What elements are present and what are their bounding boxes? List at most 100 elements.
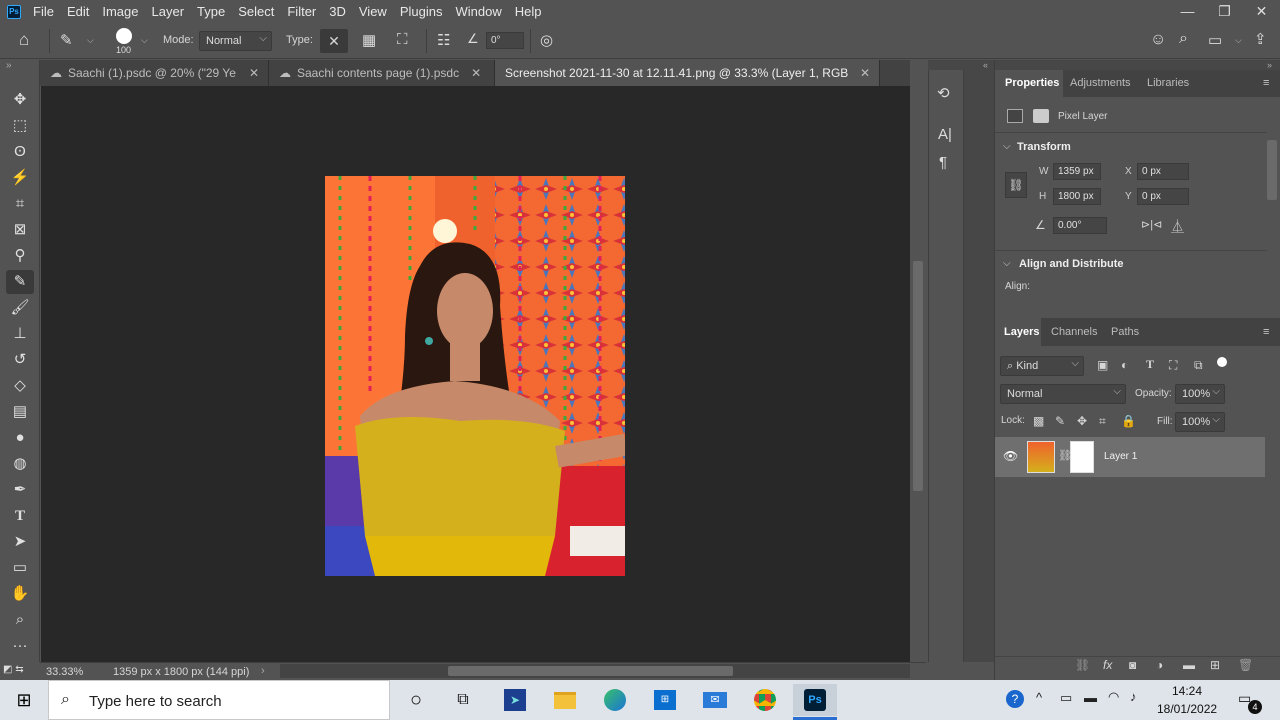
sample-all-layers-icon[interactable]: ☷ [437, 31, 450, 49]
lasso-tool-icon[interactable]: ʘ [6, 140, 34, 164]
new-group-icon[interactable]: ▬ [1183, 658, 1195, 672]
photoshop-taskbar-icon[interactable]: Ps [793, 684, 837, 716]
help-icon[interactable]: ? [1006, 690, 1024, 708]
collapse-toolbar-icon[interactable]: » [6, 60, 12, 71]
menu-layer[interactable]: Layer [152, 4, 185, 19]
properties-scroll-thumb[interactable] [1267, 140, 1277, 200]
healing-brush-tool-icon[interactable]: ✎ [60, 31, 73, 49]
type-filter-icon[interactable]: T [1146, 357, 1154, 372]
share-user-icon[interactable]: ☺ [1150, 31, 1166, 49]
create-texture-icon[interactable]: ▦ [362, 31, 376, 49]
menu-3d[interactable]: 3D [329, 4, 346, 19]
tab-adjustments[interactable]: Adjustments [1070, 77, 1131, 89]
brush-tool-icon[interactable]: 🖌 [6, 296, 34, 320]
clock-date[interactable]: 18/01/2022 [1157, 702, 1217, 716]
tab-libraries[interactable]: Libraries [1147, 77, 1189, 89]
document-image[interactable] [325, 176, 625, 576]
menu-plugins[interactable]: Plugins [400, 4, 443, 19]
add-mask-icon[interactable]: ◙ [1129, 658, 1136, 672]
workspace-chevron-icon[interactable]: ⌵ [1235, 35, 1242, 46]
document-info[interactable]: 1359 px x 1800 px (144 ppi) [113, 666, 249, 678]
clock-time[interactable]: 14:24 [1172, 684, 1202, 698]
flip-vertical-icon[interactable]: ⏅ [1171, 216, 1184, 235]
path-selection-tool-icon[interactable]: ➤ [6, 530, 34, 554]
brush-picker-chevron-icon[interactable]: ⌵ [141, 35, 148, 46]
cortana-icon[interactable]: ○ [394, 684, 438, 716]
store-icon[interactable]: ⊞ [643, 684, 687, 716]
layer-mask-icon[interactable] [1033, 109, 1049, 123]
brush-preview-icon[interactable] [116, 28, 132, 44]
tab-saachi-contents[interactable]: ☁ Saachi contents page (1).psdc ✕ [269, 60, 495, 86]
show-hidden-icons-icon[interactable]: ^ [1036, 690, 1042, 705]
share-icon[interactable]: ⇪ [1254, 30, 1267, 48]
frame-tool-icon[interactable]: ⊠ [6, 218, 34, 242]
collapse-dock-icon[interactable]: « [928, 60, 994, 70]
close-button[interactable]: ✕ [1243, 0, 1280, 23]
panel-menu-icon[interactable]: ≡ [1263, 77, 1269, 89]
windows-start-icon[interactable]: ⊞ [0, 680, 48, 720]
menu-image[interactable]: Image [102, 4, 138, 19]
dodge-tool-icon[interactable]: ◍ [6, 452, 34, 476]
menu-select[interactable]: Select [238, 4, 274, 19]
gradient-tool-icon[interactable]: ▤ [6, 400, 34, 424]
delete-layer-icon[interactable]: 🗑 [1238, 658, 1253, 672]
opacity-input[interactable]: 100% [1175, 383, 1225, 404]
search-icon[interactable]: ⌕ [1179, 30, 1188, 48]
lock-artboard-icon[interactable]: ⌗ [1099, 414, 1106, 429]
close-tab-icon[interactable]: ✕ [249, 60, 259, 86]
zoom-tool-icon[interactable]: ⌕ [6, 608, 34, 632]
history-brush-tool-icon[interactable]: ↺ [6, 348, 34, 372]
hand-tool-icon[interactable]: ✋ [6, 582, 34, 606]
menu-help[interactable]: Help [515, 4, 542, 19]
lock-transparency-icon[interactable]: ▩ [1033, 414, 1044, 428]
align-chevron-icon[interactable]: ⌵ [1003, 258, 1011, 269]
tool-preset-chevron-icon[interactable]: ⌵ [87, 35, 94, 46]
link-layers-icon[interactable]: ⛓ [1075, 658, 1090, 672]
eraser-tool-icon[interactable]: ◇ [6, 374, 34, 398]
chrome-icon[interactable] [743, 684, 787, 716]
adjustment-filter-icon[interactable]: ◐ [1121, 358, 1128, 372]
new-layer-icon[interactable]: ⊞ [1210, 658, 1220, 672]
volume-icon[interactable]: ♪ [1130, 689, 1137, 704]
clone-stamp-tool-icon[interactable]: ⊥ [6, 322, 34, 346]
collapse-panel-icon[interactable]: » [1267, 60, 1272, 70]
tab-channels[interactable]: Channels [1051, 326, 1097, 338]
lock-all-icon[interactable]: 🔒 [1121, 414, 1136, 428]
workspace-icon[interactable]: ▭ [1208, 31, 1222, 49]
visibility-eye-icon[interactable]: 👁 [1003, 449, 1018, 463]
zoom-level[interactable]: 33.33% [46, 666, 83, 678]
crop-tool-icon[interactable]: ⌗ [6, 192, 34, 216]
healing-brush-tool-icon[interactable]: ✎ [6, 270, 34, 294]
restore-button[interactable]: ❐ [1206, 0, 1243, 23]
width-input[interactable]: 1359 px [1053, 163, 1101, 180]
menu-window[interactable]: Window [455, 4, 501, 19]
menu-file[interactable]: File [33, 4, 54, 19]
layer-row[interactable]: 👁 ⛓ Layer 1 [995, 437, 1265, 477]
task-view-icon[interactable]: ⧉ [441, 684, 485, 716]
home-icon[interactable]: ⌂ [19, 30, 29, 50]
pixel-filter-icon[interactable]: ▣ [1097, 358, 1108, 372]
link-dimensions-icon[interactable]: ⛓ [1005, 172, 1027, 198]
vertical-scroll-thumb[interactable] [913, 261, 923, 491]
status-menu-chevron-icon[interactable]: › [261, 665, 265, 677]
horizontal-scrollbar[interactable] [280, 664, 910, 678]
history-panel-icon[interactable]: ⟲ [937, 84, 950, 102]
close-tab-icon[interactable]: ✕ [471, 60, 481, 86]
kind-filter-select[interactable]: ⌕ Kind [1000, 355, 1084, 376]
height-input[interactable]: 1800 px [1053, 188, 1101, 205]
brush-angle-input[interactable]: 0° [486, 32, 524, 49]
proximity-match-icon[interactable]: ⛶ [397, 31, 408, 48]
filter-toggle-icon[interactable] [1217, 357, 1227, 367]
menu-view[interactable]: View [359, 4, 387, 19]
smart-object-filter-icon[interactable]: ⧉ [1194, 358, 1203, 373]
edit-toolbar-icon[interactable]: ··· [6, 634, 34, 658]
content-aware-type-icon[interactable]: ✕ [320, 29, 348, 53]
wifi-icon[interactable]: ◠ [1108, 689, 1119, 705]
character-panel-icon[interactable]: A| [938, 126, 952, 143]
taskbar-search[interactable]: ⌕ Type here to search [48, 680, 390, 720]
marquee-tool-icon[interactable]: ⬚ [6, 114, 34, 138]
type-tool-icon[interactable]: T [6, 504, 34, 528]
move-tool-icon[interactable]: ✥ [6, 88, 34, 112]
tab-screenshot-png[interactable]: Screenshot 2021-11-30 at 12.11.41.png @ … [495, 60, 880, 86]
swap-colors-icon[interactable]: ◩ ⇆ [3, 664, 37, 678]
